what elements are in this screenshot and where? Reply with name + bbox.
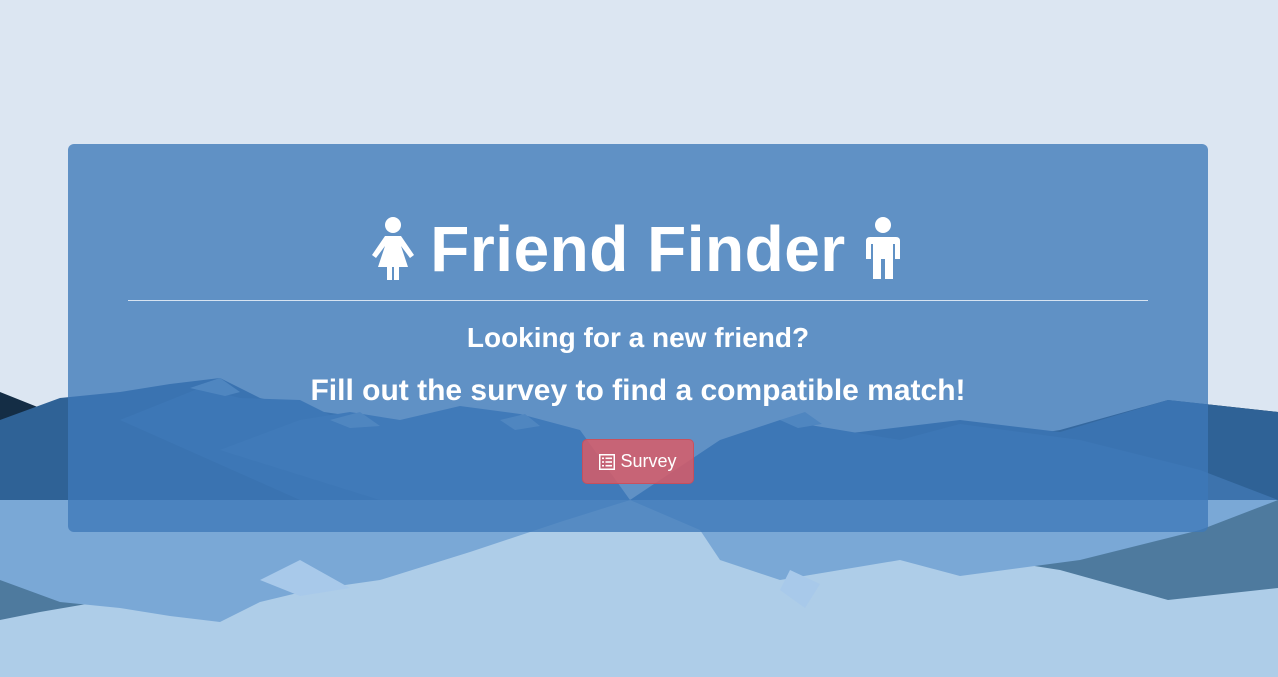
female-icon [372, 217, 415, 280]
list-alt-icon [599, 453, 616, 470]
male-icon [865, 217, 900, 279]
title-divider [128, 300, 1148, 301]
page: Friend Finder Looking for a new friend? … [0, 0, 1278, 677]
page-title: Friend Finder [430, 213, 846, 285]
tagline-question: Looking for a new friend? [466, 322, 810, 353]
survey-button[interactable]: Survey [582, 439, 694, 484]
tagline-instruction: Fill out the survey to find a compatible… [310, 374, 966, 407]
jumbotron-panel: Friend Finder Looking for a new friend? … [68, 144, 1208, 532]
survey-button-label: Survey [620, 451, 677, 471]
title-row: Friend Finder [128, 204, 1148, 294]
